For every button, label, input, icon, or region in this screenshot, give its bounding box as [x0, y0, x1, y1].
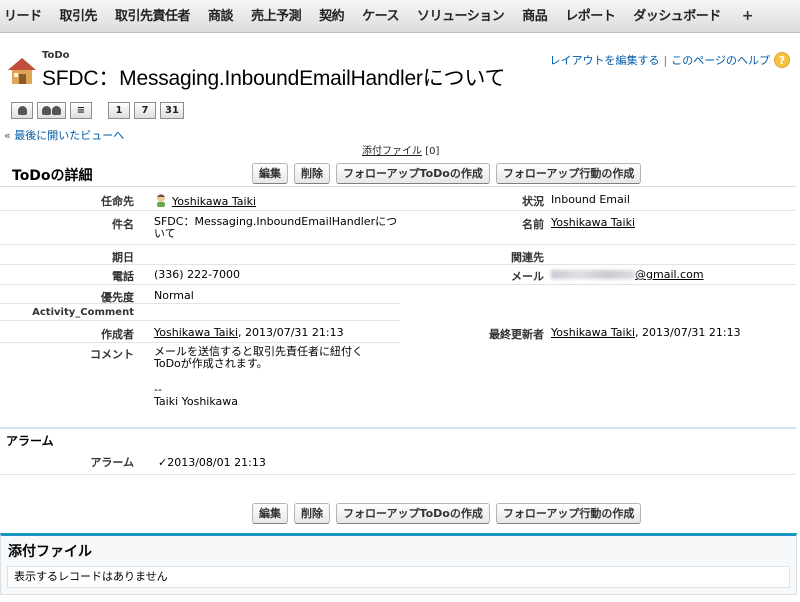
object-type-label: ToDo: [42, 50, 70, 61]
email-redacted-blur: [551, 270, 635, 279]
alarm-datetime: 2013/08/01 21:13: [167, 456, 266, 469]
alarm-value: ✓2013/08/01 21:13: [158, 456, 266, 469]
row-divider: [0, 303, 400, 304]
help-question-icon[interactable]: ?: [774, 52, 790, 68]
last-modified-link[interactable]: Yoshikawa Taiki: [551, 326, 635, 339]
nav-tab-products[interactable]: 商品: [513, 0, 556, 33]
delete-button[interactable]: 削除: [294, 163, 330, 184]
multi-user-view-icon[interactable]: [37, 102, 66, 119]
attachments-title: 添付ファイル: [8, 544, 92, 560]
nav-tab-cases[interactable]: ケース: [353, 0, 408, 33]
month-view-button[interactable]: 31: [160, 102, 184, 119]
row-divider: [0, 244, 796, 245]
comment-value: メールを送信すると取引先責任者に紐付く ToDoが作成されます。 -- Taik…: [154, 346, 363, 408]
nav-tab-solutions[interactable]: ソリューション: [408, 0, 513, 33]
name-value: Yoshikawa Taiki: [551, 216, 635, 229]
last-modified-label: 最終更新者: [489, 328, 544, 341]
comment-label: コメント: [90, 348, 134, 361]
priority-value: Normal: [154, 289, 194, 302]
detail-top-divider: [0, 186, 796, 187]
bottom-button-row: 編集 削除 フォローアップToDoの作成 フォローアップ行動の作成: [252, 503, 642, 524]
week-view-button[interactable]: 7: [134, 102, 156, 119]
assigned-to-link[interactable]: Yoshikawa Taiki: [172, 195, 256, 208]
row-divider: [0, 264, 796, 265]
attachments-related-list: 添付ファイル 表示するレコードはありません: [0, 533, 797, 595]
attachments-anchor-link[interactable]: 添付ファイル [0]: [362, 142, 439, 157]
phone-value: (336) 222-7000: [154, 268, 241, 281]
nav-tab-contracts[interactable]: 契約: [310, 0, 353, 33]
followup-event-button[interactable]: フォローアップ行動の作成: [495, 503, 642, 524]
user-avatar-icon: [157, 194, 165, 207]
assigned-to-value: Yoshikawa Taiki: [154, 193, 256, 208]
detail-section-title: ToDoの詳細: [12, 168, 93, 184]
followup-todo-button[interactable]: フォローアップToDoの作成: [336, 503, 490, 524]
created-by-date: , 2013/07/31 21:13: [238, 326, 344, 339]
single-user-view-icon[interactable]: [11, 102, 33, 119]
nav-tab-accounts[interactable]: 取引先: [51, 0, 107, 33]
back-link-label: 最後に開いたビューへ: [14, 129, 125, 142]
related-to-label: 関連先: [511, 251, 544, 264]
row-divider: [0, 474, 796, 475]
followup-todo-button[interactable]: フォローアップToDoの作成: [336, 163, 490, 184]
created-by-link[interactable]: Yoshikawa Taiki: [154, 326, 238, 339]
header-help-links: レイアウトを編集する | このページのヘルプ ?: [550, 52, 790, 68]
name-label: 名前: [522, 218, 544, 231]
row-divider: [0, 320, 400, 321]
day-view-button[interactable]: 1: [108, 102, 130, 119]
created-by-value: Yoshikawa Taiki, 2013/07/31 21:13: [154, 326, 344, 339]
comment-line: Taiki Yoshikawa: [154, 395, 239, 408]
last-modified-date: , 2013/07/31 21:13: [635, 326, 741, 339]
status-label: 状況: [522, 195, 544, 208]
alarm-label: アラーム: [90, 456, 134, 469]
back-arrow-icon: «: [4, 129, 11, 142]
created-by-label: 作成者: [101, 328, 134, 341]
attachments-empty-message: 表示するレコードはありません: [7, 566, 790, 588]
back-to-last-view-link[interactable]: « 最後に開いたビューへ: [4, 127, 124, 143]
assigned-to-label: 任命先: [101, 195, 134, 208]
edit-layout-link[interactable]: レイアウトを編集する: [550, 52, 660, 68]
task-home-icon: [8, 58, 36, 84]
page-title: SFDC：Messaging.InboundEmailHandlerについて: [42, 67, 506, 90]
top-button-row: 編集 削除 フォローアップToDoの作成 フォローアップ行動の作成: [252, 163, 642, 184]
attachments-anchor-count: [0]: [425, 146, 440, 157]
email-domain[interactable]: @gmail.com: [635, 268, 704, 281]
edit-button[interactable]: 編集: [252, 503, 288, 524]
activity-comment-label: Activity_Comment: [32, 307, 134, 318]
email-value[interactable]: @gmail.com: [551, 268, 704, 281]
status-value: Inbound Email: [551, 193, 630, 206]
edit-button[interactable]: 編集: [252, 163, 288, 184]
attachments-anchor-label: 添付ファイル: [362, 146, 422, 157]
followup-event-button[interactable]: フォローアップ行動の作成: [495, 163, 642, 184]
page-help-link[interactable]: このページのヘルプ: [671, 52, 770, 68]
subject-label: 件名: [112, 218, 134, 231]
nav-tab-opportunities[interactable]: 商談: [199, 0, 242, 33]
nav-tab-leads[interactable]: リード: [0, 0, 51, 33]
nav-tab-dashboards[interactable]: ダッシュボード: [624, 0, 730, 33]
nav-tab-reports[interactable]: レポート: [556, 0, 624, 33]
top-nav-bar: リード 取引先 取引先責任者 商談 売上予測 契約 ケース ソリューション 商品…: [0, 0, 800, 33]
row-divider: [0, 284, 796, 285]
name-link[interactable]: Yoshikawa Taiki: [551, 216, 635, 229]
alarm-section-title: アラーム: [6, 434, 54, 448]
due-date-label: 期日: [112, 251, 134, 264]
link-separator: |: [663, 53, 668, 67]
last-modified-value: Yoshikawa Taiki, 2013/07/31 21:13: [551, 326, 741, 339]
email-label: メール: [511, 270, 544, 283]
row-divider: [0, 210, 796, 211]
row-divider: [0, 342, 400, 343]
view-toolbar: ≡ 1 7 31: [11, 102, 184, 119]
checkmark-icon: ✓: [158, 456, 168, 469]
alarm-section-separator: [0, 427, 796, 429]
subject-value: SFDC：Messaging.InboundEmailHandlerについて: [154, 215, 398, 240]
nav-tab-forecasts[interactable]: 売上予測: [242, 0, 310, 33]
delete-button[interactable]: 削除: [294, 503, 330, 524]
list-view-icon[interactable]: ≡: [70, 102, 92, 119]
comment-line: ToDoが作成されます。: [154, 357, 268, 370]
all-tabs-plus-icon[interactable]: +: [742, 8, 754, 24]
nav-tab-contacts[interactable]: 取引先責任者: [106, 0, 199, 33]
phone-label: 電話: [112, 270, 134, 283]
